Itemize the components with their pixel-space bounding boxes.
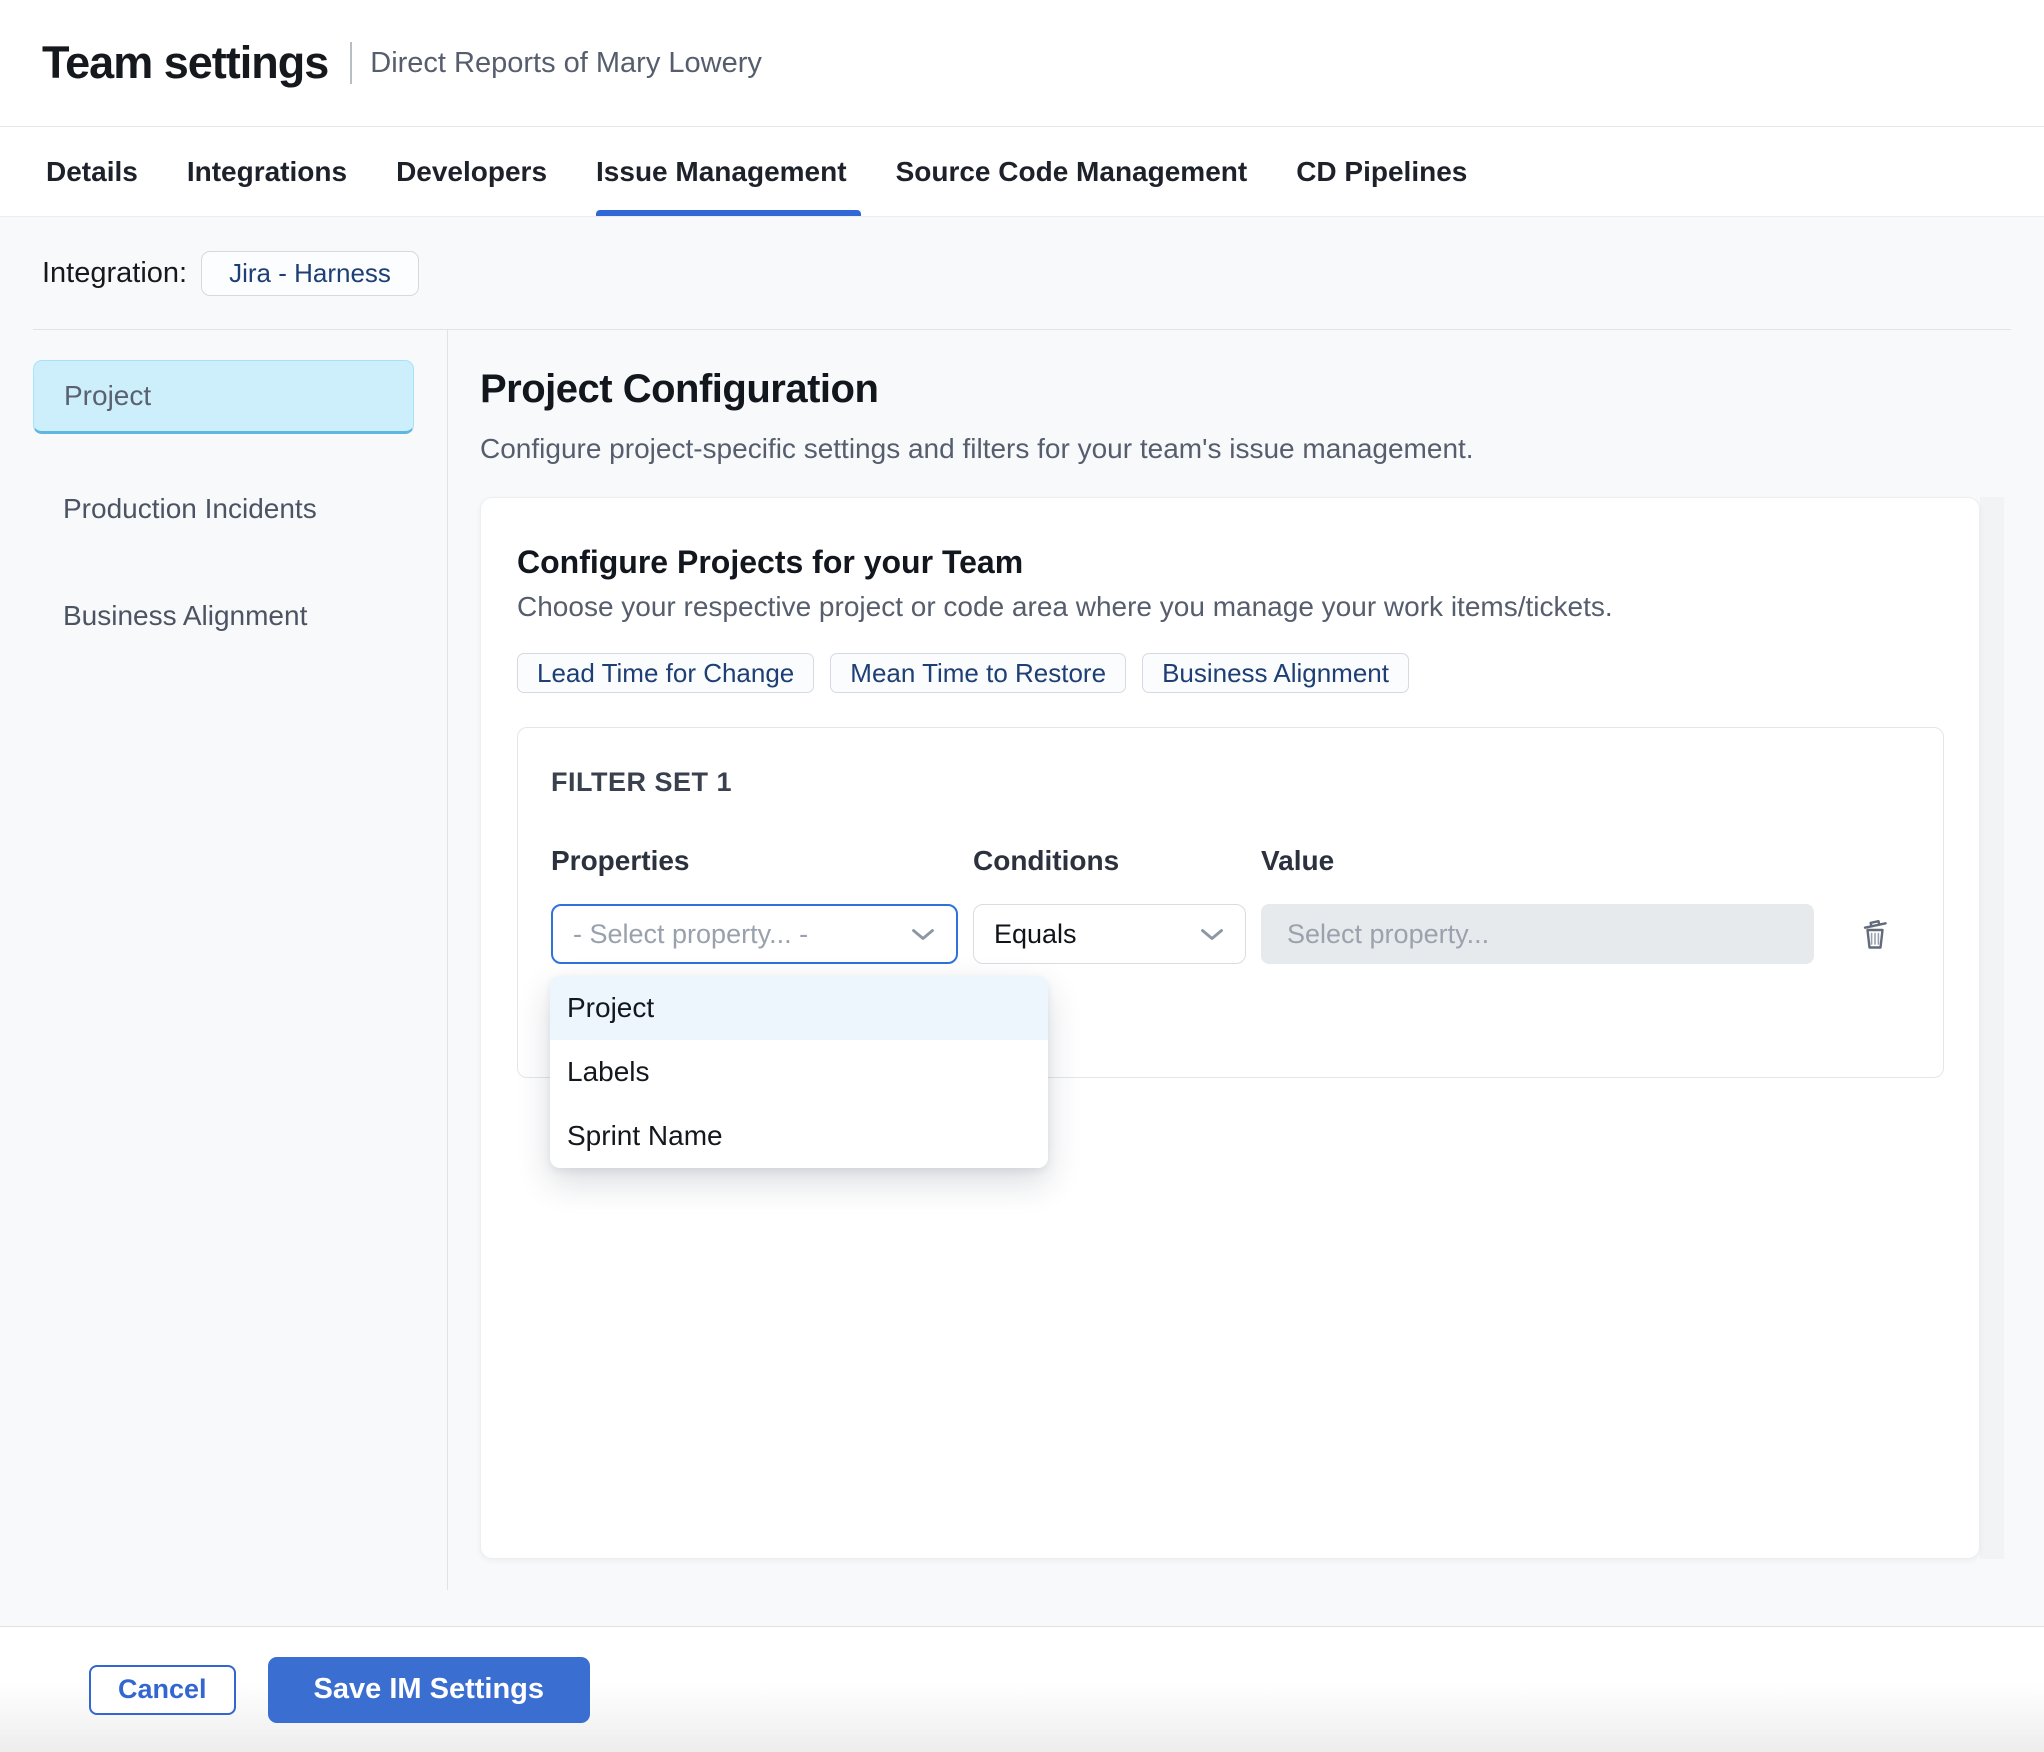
sidebar-item-label: Project xyxy=(64,380,152,411)
condition-select[interactable]: Equals xyxy=(973,904,1246,964)
sidebar: Project Production Incidents Business Al… xyxy=(0,330,448,1590)
tab-integrations[interactable]: Integrations xyxy=(187,127,347,216)
footer: Cancel Save IM Settings xyxy=(0,1626,2044,1752)
tab-source-code-management[interactable]: Source Code Management xyxy=(896,127,1248,216)
property-select-value: - Select property... - xyxy=(573,918,809,949)
filter-grid: Properties Conditions Value - Select pro… xyxy=(551,844,1910,964)
trash-icon xyxy=(1855,913,1895,956)
title-divider xyxy=(350,42,353,84)
dropdown-option-label: Sprint Name xyxy=(567,1120,723,1151)
tab-details[interactable]: Details xyxy=(46,127,138,216)
sidebar-item-production-incidents[interactable]: Production Incidents xyxy=(33,472,414,546)
sidebar-item-label: Production Incidents xyxy=(63,493,317,524)
section-title: Project Configuration xyxy=(480,367,879,411)
filter-set-title: FILTER SET 1 xyxy=(551,767,733,797)
sidebar-item-project[interactable]: Project xyxy=(33,360,414,434)
chip-business-alignment[interactable]: Business Alignment xyxy=(1142,653,1409,693)
property-dropdown: Project Labels Sprint Name xyxy=(550,976,1048,1168)
chip-lead-time-for-change[interactable]: Lead Time for Change xyxy=(517,653,815,693)
dropdown-option-project[interactable]: Project xyxy=(550,976,1048,1040)
save-im-settings-button[interactable]: Save IM Settings xyxy=(267,1656,591,1723)
page-title: Team settings xyxy=(42,37,329,88)
integration-label: Integration: xyxy=(42,257,188,289)
tab-label: Source Code Management xyxy=(895,155,1248,187)
tab-developers[interactable]: Developers xyxy=(396,127,547,216)
tab-cd-pipelines[interactable]: CD Pipelines xyxy=(1296,127,1467,216)
cancel-button[interactable]: Cancel xyxy=(89,1664,236,1715)
sidebar-item-label: Business Alignment xyxy=(63,600,308,631)
metric-chips: Lead Time for Change Mean Time to Restor… xyxy=(517,653,1942,693)
tab-label: Developers xyxy=(396,155,548,187)
card-title: Configure Projects for your Team xyxy=(517,544,1024,580)
main-panel: Project Configuration Configure project-… xyxy=(448,330,2044,1626)
chevron-down-icon xyxy=(910,927,936,942)
section-subtitle: Configure project-specific settings and … xyxy=(480,433,1474,464)
delete-filter-button[interactable] xyxy=(1853,912,1897,956)
dropdown-option-labels[interactable]: Labels xyxy=(550,1040,1048,1104)
configure-projects-card: Configure Projects for your Team Choose … xyxy=(480,497,1980,1559)
tab-label: Integrations xyxy=(186,155,348,187)
chip-mean-time-to-restore[interactable]: Mean Time to Restore xyxy=(830,653,1127,693)
column-header-value: Value xyxy=(1261,845,1335,876)
tab-label: CD Pipelines xyxy=(1296,155,1468,187)
tab-issue-management[interactable]: Issue Management xyxy=(596,127,861,216)
header: Team settings Direct Reports of Mary Low… xyxy=(0,0,2044,127)
content-body: Project Production Incidents Business Al… xyxy=(0,330,2044,1626)
property-select[interactable]: - Select property... - xyxy=(551,904,958,964)
team-settings-page: Team settings Direct Reports of Mary Low… xyxy=(0,0,2044,1752)
tab-label: Details xyxy=(46,155,138,187)
dropdown-option-label: Labels xyxy=(567,1056,650,1087)
tab-label: Issue Management xyxy=(596,155,847,187)
chevron-down-icon xyxy=(1199,927,1225,942)
dropdown-option-label: Project xyxy=(567,992,655,1023)
column-header-conditions: Conditions xyxy=(973,845,1120,876)
column-header-properties: Properties xyxy=(551,845,690,876)
card-subtitle: Choose your respective project or code a… xyxy=(517,591,1613,622)
dropdown-option-sprint-name[interactable]: Sprint Name xyxy=(550,1104,1048,1168)
tab-bar: Details Integrations Developers Issue Ma… xyxy=(0,127,2044,217)
condition-select-value: Equals xyxy=(994,918,1077,949)
value-input[interactable] xyxy=(1261,904,1814,964)
integration-chip[interactable]: Jira - Harness xyxy=(201,251,419,296)
integration-row: Integration: Jira - Harness xyxy=(0,217,2044,330)
sidebar-item-business-alignment[interactable]: Business Alignment xyxy=(33,579,414,653)
page-subtitle: Direct Reports of Mary Lowery xyxy=(370,46,762,79)
